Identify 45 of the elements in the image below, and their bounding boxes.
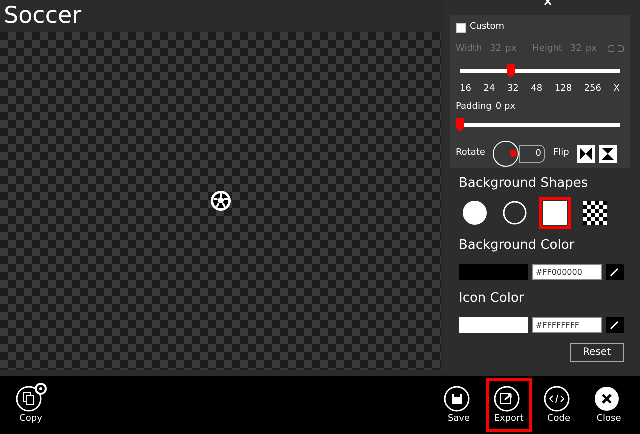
save-button[interactable]: Save (436, 378, 482, 432)
eyedropper-icon[interactable] (606, 317, 624, 333)
unit-label: px (586, 42, 597, 56)
tick-label: 16 (460, 83, 472, 96)
window-title: Soccer (3, 2, 83, 31)
section-heading: Icon Color (459, 290, 526, 308)
eyedropper-icon[interactable] (606, 264, 624, 280)
close-button[interactable]: Close (586, 378, 632, 432)
tick-label: 256 (584, 83, 602, 96)
unit-label: px (506, 42, 517, 56)
checkbox-label: Custom (470, 21, 504, 34)
rotate-label: Rotate (456, 147, 486, 160)
flip-horizontal-button[interactable] (577, 145, 596, 163)
height-label: Height (532, 42, 562, 56)
rotate-knob[interactable] (493, 141, 520, 167)
size-slider[interactable] (460, 64, 620, 78)
section-heading: Background Shapes (459, 175, 590, 193)
padding-label: Padding (456, 100, 492, 114)
hex-field[interactable]: #FFFFFFFF (532, 317, 602, 333)
export-button[interactable]: Export (486, 378, 532, 432)
shape-option[interactable] (539, 197, 571, 229)
flip-label: Flip (553, 147, 570, 160)
padding-value: 0 px (496, 100, 516, 114)
height-value: 32 (570, 42, 582, 56)
section-heading: Background Color (459, 237, 576, 255)
soccer-ball-icon (210, 190, 232, 212)
tick-label: 32 (507, 83, 519, 96)
tick-label: 24 (484, 83, 496, 96)
unlink-icon[interactable] (608, 45, 624, 54)
slider-thumb[interactable] (456, 118, 464, 132)
hex-field[interactable]: #FF000000 (532, 264, 602, 280)
width-label: Width (456, 42, 482, 56)
slider-thumb[interactable] (507, 64, 516, 78)
flip-vertical-button[interactable] (599, 145, 618, 163)
code-button[interactable]: Code (536, 378, 582, 432)
knob-handle[interactable] (510, 150, 518, 157)
tick-label: X (614, 83, 620, 96)
copy-button[interactable]: Copy (8, 378, 54, 432)
tick-label: 48 (531, 83, 543, 96)
reset-button[interactable]: Reset (570, 343, 624, 362)
tick-label: 128 (554, 83, 572, 96)
rotate-field[interactable]: 0 (519, 145, 546, 163)
width-value: 32 (490, 42, 502, 56)
copy-icon (15, 383, 47, 414)
custom-checkbox[interactable] (456, 22, 466, 33)
